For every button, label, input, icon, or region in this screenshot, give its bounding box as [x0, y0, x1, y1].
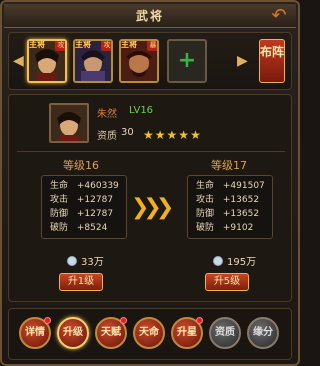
hero-selector: ◀ 主将 攻 主将 攻 主将 暴 + ▶ 布阵: [8, 32, 292, 90]
tab-aptitude[interactable]: 资质: [209, 317, 241, 349]
hero-avatar: [49, 103, 89, 143]
current-level-label: 等级16: [63, 159, 99, 172]
hero-portrait-icon: [51, 105, 87, 141]
next-stats: 生命 +491507 攻击 +13652 防御 +13652 破防 +9102: [187, 175, 273, 239]
quality-label: 资质: [97, 131, 117, 142]
stat-row: 防御 +12787: [50, 209, 114, 219]
next-arrow-icon[interactable]: ▶: [237, 49, 248, 73]
star-icon: ★: [166, 128, 178, 142]
upgrade-panel: 朱然 LV16 资质 30 ★★★★★ 等级16 等级17 生命 +460339…: [8, 94, 292, 302]
stat-row: 攻击 +12787: [50, 195, 114, 205]
stat-row: 破防 +9102: [196, 223, 254, 233]
notification-dot: [120, 317, 127, 324]
tab-destiny[interactable]: 天命: [133, 317, 165, 349]
notification-dot: [196, 317, 203, 324]
silver-coin-icon: [67, 256, 77, 266]
slot-tag: 主将: [121, 40, 137, 49]
slot-ribbon: 攻: [101, 41, 111, 51]
add-hero-slot[interactable]: +: [167, 39, 207, 83]
hero-slot-3[interactable]: 主将 暴: [119, 39, 159, 83]
tab-fate[interactable]: 缘分: [247, 317, 279, 349]
upgrade-1-button[interactable]: 升1级: [59, 273, 103, 291]
slot-ribbon: 攻: [55, 41, 65, 51]
slot-tag: 主将: [75, 40, 91, 49]
tab-talent[interactable]: 天赋: [95, 317, 127, 349]
star-icon: ★: [190, 128, 201, 142]
stat-row: 生命 +491507: [196, 181, 265, 191]
title-bar: 武将 ↶: [4, 4, 296, 28]
silver-coin-icon: [213, 256, 223, 266]
cost-1-level: 33万: [67, 253, 104, 268]
back-arrow-icon[interactable]: ↶: [268, 6, 290, 26]
panel-title: 武将: [135, 9, 164, 23]
stat-row: 生命 +460339: [50, 181, 119, 191]
tab-details[interactable]: 详情: [19, 317, 51, 349]
current-stats: 生命 +460339 攻击 +12787 防御 +12787 破防 +8524: [41, 175, 127, 239]
hero-panel: 武将 ↶ ◀ 主将 攻 主将 攻 主将 暴 + ▶ 布阵 朱然 LV16 资质 …: [0, 0, 300, 366]
star-rating: ★★★★★: [143, 124, 202, 143]
bottom-tabs: 详情 升级 天赋 天命 升星 资质 缘分: [8, 308, 292, 360]
hero-slot-1[interactable]: 主将 攻: [27, 39, 67, 83]
tab-star-up[interactable]: 升星: [171, 317, 203, 349]
hero-level: LV16: [129, 105, 154, 116]
tab-upgrade[interactable]: 升级: [57, 317, 89, 349]
hero-name: 朱然: [97, 109, 117, 120]
star-icon: ★: [178, 128, 190, 142]
slot-ribbon: 暴: [147, 41, 157, 51]
quality-value: 30: [121, 127, 134, 138]
stat-row: 破防 +8524: [50, 223, 108, 233]
star-icon: ★: [154, 128, 166, 142]
stat-row: 防御 +13652: [196, 209, 260, 219]
star-icon: ★: [143, 128, 154, 142]
hero-slot-2[interactable]: 主将 攻: [73, 39, 113, 83]
upgrade-arrows-icon: ❯❯❯: [131, 195, 174, 220]
next-level-label: 等级17: [211, 159, 247, 172]
formation-button[interactable]: 布阵: [259, 39, 285, 83]
stat-row: 攻击 +13652: [196, 195, 260, 205]
cost-5-level: 195万: [213, 253, 256, 268]
upgrade-5-button[interactable]: 升5级: [205, 273, 249, 291]
notification-dot: [44, 317, 51, 324]
plus-icon: +: [177, 48, 197, 73]
prev-arrow-icon[interactable]: ◀: [13, 49, 24, 73]
divider: [17, 151, 285, 152]
slot-tag: 主将: [29, 40, 45, 49]
